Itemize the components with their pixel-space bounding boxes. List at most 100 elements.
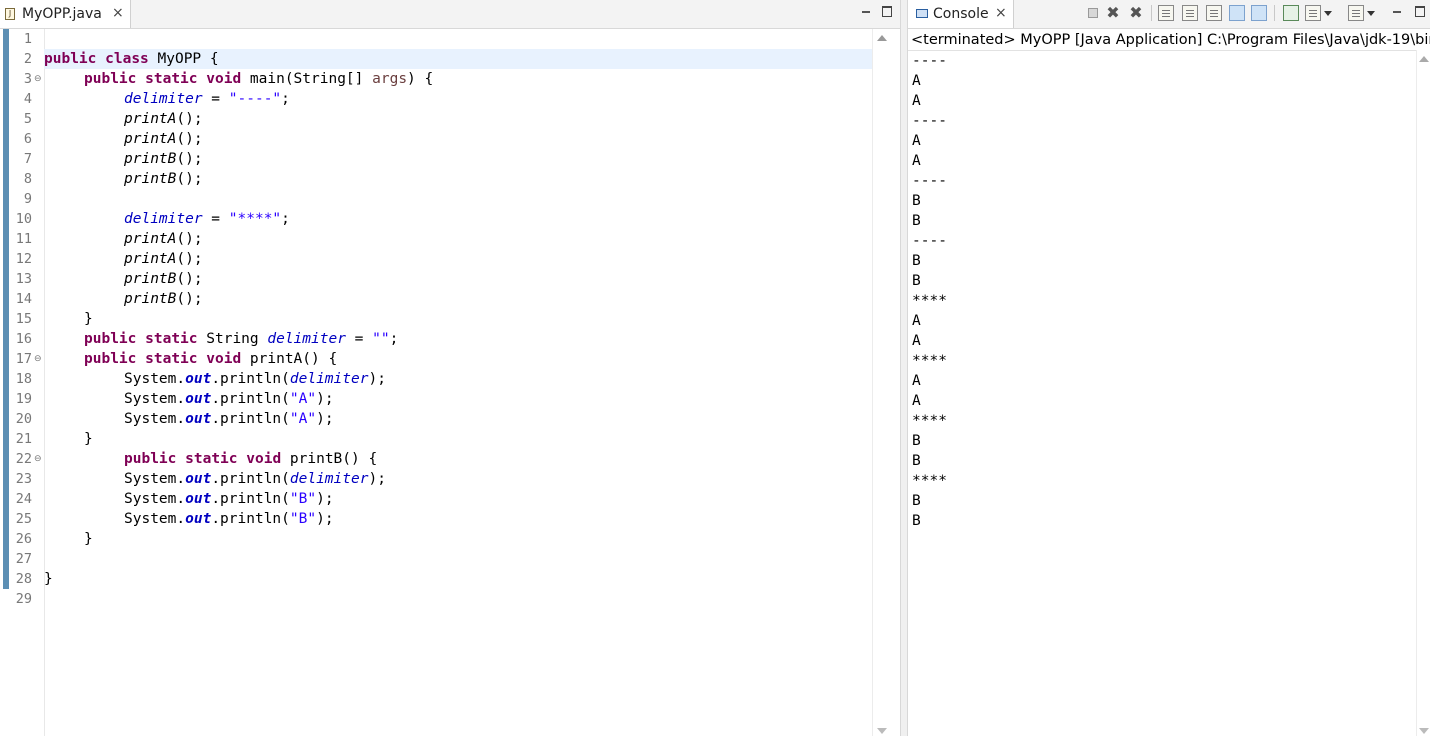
line-number: 29	[15, 591, 32, 607]
java-file-icon: J	[5, 8, 15, 20]
console-tab-label: Console	[933, 6, 989, 22]
line-number: 1	[23, 31, 32, 47]
code-line-24: System.out.println("B");	[124, 491, 334, 507]
line-number: 10	[15, 211, 32, 227]
maximize-icon[interactable]	[1413, 4, 1427, 18]
pin-console-icon[interactable]	[1283, 5, 1299, 21]
console-status: <terminated> MyOPP [Java Application] C:…	[911, 32, 1430, 48]
remove-launch-icon[interactable]: ✖	[1105, 5, 1121, 21]
scroll-up-icon[interactable]	[1419, 56, 1429, 62]
scroll-up-icon[interactable]	[877, 35, 887, 41]
show-on-stdout-icon[interactable]	[1229, 5, 1245, 21]
code-line-28: }	[44, 571, 53, 587]
console-tab-bar: Console × ✖ ✖	[908, 0, 1430, 29]
console-pane: Console × ✖ ✖ <terminated> MyOPP [Java A…	[908, 0, 1430, 736]
console-output-line: ----	[912, 53, 947, 69]
line-number: 12	[15, 251, 32, 267]
console-output-line: A	[912, 93, 921, 109]
console-output-line: B	[912, 453, 921, 469]
line-number: 23	[15, 471, 32, 487]
code-line-14: printB();	[124, 291, 203, 307]
line-number: 4	[23, 91, 32, 107]
code-line-11: printA();	[124, 231, 203, 247]
console-output-line: B	[912, 493, 921, 509]
fold-toggle-icon[interactable]: ⊖	[34, 74, 42, 84]
toolbar-separator	[1151, 5, 1152, 21]
line-number: 9	[23, 191, 32, 207]
line-number: 22	[15, 451, 32, 467]
display-console-icon[interactable]	[1305, 5, 1321, 21]
scroll-down-icon[interactable]	[1419, 728, 1429, 734]
open-console-icon[interactable]	[1348, 5, 1364, 21]
console-output-line: A	[912, 73, 921, 89]
line-number: 21	[15, 431, 32, 447]
line-number-gutter: 1 2 3 4 5 6 7 8 9 10 11 12 13 14 15 16 17 18 19 20 21 22 23 24 2…	[12, 29, 45, 736]
console-output-line: A	[912, 333, 921, 349]
code-line-4: delimiter = "----";	[124, 91, 290, 107]
maximize-icon[interactable]	[880, 4, 894, 18]
code-line-23: System.out.println(delimiter);	[124, 471, 386, 487]
line-number: 2	[23, 51, 32, 67]
fold-toggle-icon[interactable]: ⊖	[34, 454, 42, 464]
word-wrap-icon[interactable]	[1206, 5, 1222, 21]
tab-console[interactable]: Console ×	[908, 0, 1014, 28]
scroll-lock-icon[interactable]	[1182, 5, 1198, 21]
show-on-stderr-icon[interactable]	[1251, 5, 1267, 21]
console-output-line: ----	[912, 113, 947, 129]
console-output-line: B	[912, 273, 921, 289]
line-number: 5	[23, 111, 32, 127]
chevron-down-icon[interactable]	[1366, 5, 1382, 21]
console-output-line: ----	[912, 173, 947, 189]
console-output-line: A	[912, 153, 921, 169]
tab-myopp-java[interactable]: J MyOPP.java ×	[0, 0, 131, 28]
code-line-25: System.out.println("B");	[124, 511, 334, 527]
clear-console-icon[interactable]	[1158, 5, 1174, 21]
line-number: 16	[15, 331, 32, 347]
line-number: 25	[15, 511, 32, 527]
code-lines[interactable]: public class MyOPP { public static void …	[44, 29, 872, 736]
remove-all-terminated-icon[interactable]: ✖	[1128, 5, 1144, 21]
line-number: 17	[15, 351, 32, 367]
code-line-12: printA();	[124, 251, 203, 267]
line-number: 6	[23, 131, 32, 147]
line-number: 7	[23, 151, 32, 167]
console-output-line: ****	[912, 473, 947, 489]
console-output-line: B	[912, 253, 921, 269]
code-line-3: public static void main(String[] args) {	[84, 71, 434, 87]
fold-toggle-icon[interactable]: ⊖	[34, 354, 42, 364]
console-output-line: B	[912, 433, 921, 449]
line-number: 11	[15, 231, 32, 247]
close-tab-icon[interactable]: ×	[112, 5, 124, 21]
minimize-icon[interactable]	[1390, 4, 1404, 18]
editor-vertical-scrollbar[interactable]	[872, 29, 891, 736]
console-output-line: ****	[912, 293, 947, 309]
code-editor[interactable]: 1 2 3 4 5 6 7 8 9 10 11 12 13 14 15 16 17 18 19 20 21 22 23 24 2…	[0, 29, 872, 736]
pane-splitter[interactable]	[900, 0, 908, 736]
code-line-7: printB();	[124, 151, 203, 167]
console-icon	[916, 9, 928, 18]
line-number: 8	[23, 171, 32, 187]
console-output-line: ----	[912, 233, 947, 249]
code-line-13: printB();	[124, 271, 203, 287]
scroll-down-icon[interactable]	[877, 728, 887, 734]
console-output-line: A	[912, 393, 921, 409]
quick-diff-bar	[3, 29, 9, 589]
chevron-down-icon[interactable]	[1323, 5, 1339, 21]
code-line-18: System.out.println(delimiter);	[124, 371, 386, 387]
code-line-21: }	[84, 431, 93, 447]
line-number: 18	[15, 371, 32, 387]
code-line-5: printA();	[124, 111, 203, 127]
code-line-20: System.out.println("A");	[124, 411, 334, 427]
console-vertical-scrollbar[interactable]	[1416, 50, 1430, 736]
console-output[interactable]: ---- A A ---- A A ---- B B ---- B B **** A A **** A A ****…	[908, 50, 1416, 737]
code-line-26: }	[84, 531, 93, 547]
code-line-15: }	[84, 311, 93, 327]
terminate-icon[interactable]	[1088, 8, 1098, 18]
close-console-icon[interactable]: ×	[995, 5, 1007, 21]
code-line-8: printB();	[124, 171, 203, 187]
toolbar-separator	[1274, 5, 1275, 21]
minimize-icon[interactable]	[859, 4, 873, 18]
editor-pane: J MyOPP.java × 1 2 3 4 5 6 7 8 9 10 11 12 13 14 15 16 17…	[0, 0, 900, 736]
code-line-6: printA();	[124, 131, 203, 147]
line-number: 15	[15, 311, 32, 327]
